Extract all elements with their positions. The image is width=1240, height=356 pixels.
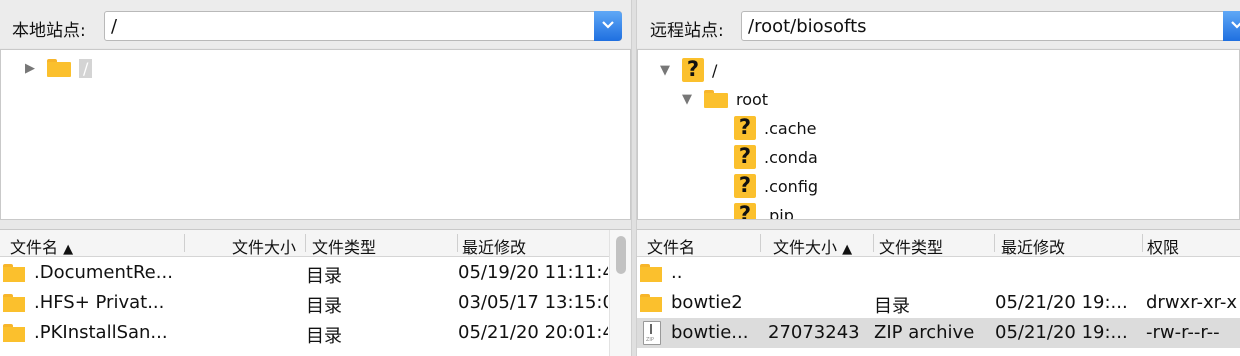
chevron-down-icon[interactable] <box>594 11 622 41</box>
tree-node-root[interactable]: ▶ / <box>25 55 93 81</box>
tree-node-root-folder[interactable]: ▼ root <box>682 86 768 112</box>
file-row[interactable]: .PKInstallSan... 目录 05/21/20 20:01:4 <box>0 318 631 348</box>
remote-list-header: 文件名 文件大小 ▲ 文件类型 最近修改 权限 <box>637 230 1240 257</box>
column-divider[interactable] <box>873 234 874 252</box>
file-type: 目录 <box>306 326 342 347</box>
tree-node-config[interactable]: ? .config <box>726 173 818 199</box>
tree-node-cache[interactable]: ? .cache <box>726 115 816 141</box>
column-divider[interactable] <box>457 234 458 252</box>
local-file-list: 文件名 ▲ 文件大小 文件类型 最近修改 .DocumentRe... 目录 0… <box>0 229 631 356</box>
file-modified: 05/21/20 20:01:4 <box>458 322 608 343</box>
tree-node-label[interactable]: .pip <box>764 206 794 220</box>
col-header-size[interactable]: 文件大小 ▲ <box>773 234 852 258</box>
tree-node-label[interactable]: .config <box>764 177 818 196</box>
question-icon: ? <box>734 115 756 140</box>
col-header-modified[interactable]: 最近修改 <box>1001 234 1065 258</box>
file-row-selected[interactable]: ZIP bowtie... 27073243 ZIP archive 05/21… <box>637 318 1240 348</box>
file-row[interactable]: .DocumentRe... 目录 05/19/20 11:11:4 <box>0 258 631 288</box>
folder-icon <box>3 264 25 282</box>
file-type: 目录 <box>306 296 342 317</box>
question-icon: ? <box>734 144 756 169</box>
tree-node-pip[interactable]: ? .pip <box>726 202 794 220</box>
tree-node-conda[interactable]: ? .conda <box>726 144 818 170</box>
local-site-bar: 本地站点: / <box>0 0 631 48</box>
column-divider[interactable] <box>994 234 995 252</box>
col-header-modified[interactable]: 最近修改 <box>462 234 526 258</box>
file-name: .. <box>671 262 683 283</box>
file-type: 目录 <box>306 266 342 287</box>
tree-node-label[interactable]: .cache <box>764 119 816 138</box>
file-modified: 05/21/20 19:... <box>995 292 1128 313</box>
local-directory-tree: ▶ / <box>0 49 631 220</box>
file-permissions: drwxr-xr-x <box>1146 292 1237 313</box>
expand-arrow-icon[interactable]: ▶ <box>25 61 39 76</box>
column-divider[interactable] <box>184 234 185 252</box>
chevron-down-icon[interactable] <box>1223 11 1240 41</box>
tree-node-label[interactable]: root <box>736 90 768 109</box>
file-modified: 05/21/20 19:... <box>995 322 1128 343</box>
folder-icon <box>640 264 662 282</box>
remote-directory-tree: ▼ ? / ▼ root ? .cache ? .conda ? .config… <box>637 49 1240 220</box>
folder-icon <box>3 294 25 312</box>
file-modified: 05/19/20 11:11:4 <box>458 262 608 283</box>
file-type: ZIP archive <box>874 322 975 343</box>
file-name: .HFS+ Privat... <box>34 292 165 313</box>
remote-pane: 远程站点: /root/biosofts ▼ ? / ▼ root ? .cac… <box>637 0 1240 356</box>
folder-icon <box>47 59 71 77</box>
remote-file-list: 文件名 文件大小 ▲ 文件类型 最近修改 权限 .. bowtie2 目录 05… <box>637 229 1240 356</box>
local-path-combobox[interactable]: / <box>104 11 622 41</box>
sort-ascending-icon: ▲ <box>63 242 74 257</box>
tree-node-root[interactable]: ▼ ? / <box>660 57 717 83</box>
col-header-permissions[interactable]: 权限 <box>1147 234 1179 258</box>
collapse-arrow-icon[interactable]: ▼ <box>660 63 674 78</box>
zip-file-icon: ZIP <box>643 321 661 345</box>
file-type: 目录 <box>874 296 910 317</box>
file-name: bowtie2 <box>671 292 743 313</box>
file-permissions: -rw-r--r-- <box>1146 322 1220 343</box>
col-header-size[interactable]: 文件大小 <box>232 234 296 258</box>
tree-node-label[interactable]: .conda <box>764 148 818 167</box>
folder-icon <box>640 294 662 312</box>
col-header-type[interactable]: 文件类型 <box>879 234 943 258</box>
question-icon: ? <box>682 57 704 82</box>
tree-node-label[interactable]: / <box>712 61 717 80</box>
file-row[interactable]: .HFS+ Privat... 目录 03/05/17 13:15:0 <box>0 288 631 318</box>
file-name: .DocumentRe... <box>34 262 173 283</box>
file-modified: 03/05/17 13:15:0 <box>458 292 608 313</box>
column-divider[interactable] <box>305 234 306 252</box>
tree-node-label[interactable]: / <box>79 58 93 78</box>
sort-ascending-icon: ▲ <box>842 242 853 257</box>
scrollbar-thumb[interactable] <box>616 236 626 274</box>
file-size: 27073243 <box>768 322 860 343</box>
file-row[interactable]: bowtie2 目录 05/21/20 19:... drwxr-xr-x <box>637 288 1240 318</box>
file-name: .PKInstallSan... <box>34 322 168 343</box>
remote-path-combobox[interactable]: /root/biosofts <box>741 11 1240 41</box>
column-divider[interactable] <box>1142 234 1143 252</box>
remote-path-value[interactable]: /root/biosofts <box>748 16 867 37</box>
question-icon: ? <box>734 202 756 219</box>
folder-icon <box>3 324 25 342</box>
question-icon: ? <box>734 173 756 198</box>
remote-site-label: 远程站点: <box>650 21 724 41</box>
file-row-parent[interactable]: .. <box>637 258 1240 288</box>
local-pane: 本地站点: / ▶ / 文件名 ▲ 文件大小 文件类型 最近修改 .Docume… <box>0 0 631 356</box>
local-path-value[interactable]: / <box>111 16 117 37</box>
column-divider[interactable] <box>760 234 761 252</box>
collapse-arrow-icon[interactable]: ▼ <box>682 92 696 107</box>
local-list-header: 文件名 ▲ 文件大小 文件类型 最近修改 <box>0 230 631 257</box>
folder-icon <box>704 90 728 108</box>
col-header-type[interactable]: 文件类型 <box>312 234 376 258</box>
col-header-name[interactable]: 文件名 ▲ <box>10 234 73 258</box>
remote-site-bar: 远程站点: /root/biosofts <box>637 0 1240 48</box>
col-header-name[interactable]: 文件名 <box>647 234 695 258</box>
local-site-label: 本地站点: <box>12 21 86 41</box>
local-list-scrollbar[interactable] <box>609 230 631 356</box>
file-name: bowtie... <box>671 322 749 343</box>
